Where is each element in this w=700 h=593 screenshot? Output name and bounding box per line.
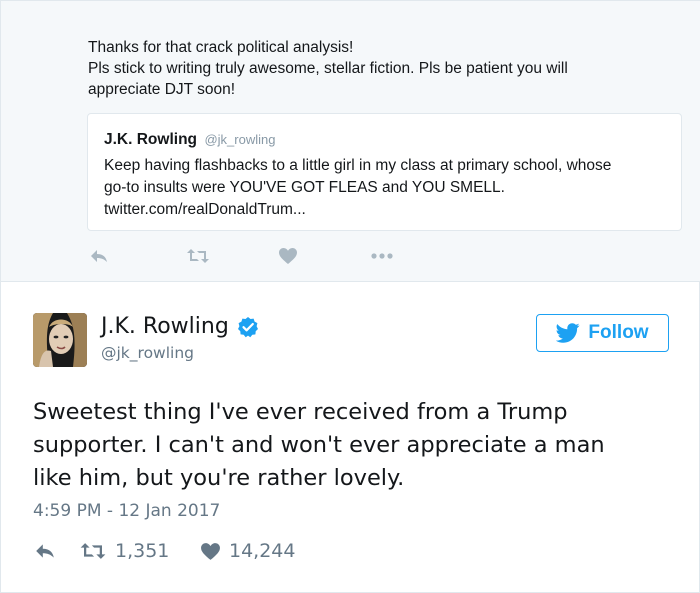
verified-badge-icon [237, 316, 259, 338]
twitter-bird-icon [556, 323, 581, 343]
heart-icon [279, 248, 297, 264]
like-button[interactable]: 14,244 [200, 538, 295, 564]
retweet-count: 1,351 [115, 540, 170, 562]
parent-more-button[interactable] [370, 245, 394, 267]
tweet-timestamp[interactable]: 4:59 PM - 12 Jan 2017 [33, 501, 220, 521]
profile-photo [33, 313, 87, 367]
quoted-author-name: J.K. Rowling [104, 131, 197, 148]
author-display-name[interactable]: J.K. Rowling [101, 314, 229, 339]
quoted-text-line: twitter.com/realDonaldTrum... [104, 201, 306, 218]
retweet-icon [80, 543, 106, 559]
follow-button[interactable]: Follow [536, 314, 669, 352]
follow-button-label: Follow [588, 322, 649, 343]
reply-icon [91, 250, 107, 262]
quoted-tweet-header: J.K. Rowling @jk_rowling [104, 131, 275, 149]
retweet-button[interactable]: 1,351 [79, 538, 169, 564]
like-count: 14,244 [229, 540, 296, 562]
parent-text-line: Pls stick to writing truly awesome, stel… [88, 60, 568, 77]
tweet-actions: 1,351 14,244 [1, 538, 700, 564]
quoted-tweet[interactable]: J.K. Rowling @jk_rowling Keep having fla… [87, 113, 682, 231]
tweet-text-line: supporter. I can't and won't ever apprec… [33, 432, 605, 458]
author-name-row: J.K. Rowling [101, 314, 259, 339]
more-icon [371, 253, 393, 259]
parent-reply-button[interactable] [89, 245, 109, 267]
parent-like-button[interactable] [278, 245, 298, 267]
tweet-text-line: Sweetest thing I've ever received from a… [33, 399, 568, 425]
quoted-author-handle: @jk_rowling [204, 132, 276, 147]
quoted-text-line: go-to insults were YOU'VE GOT FLEAS and … [104, 179, 505, 196]
parent-retweet-button[interactable] [186, 245, 210, 267]
heart-icon [201, 542, 220, 560]
tweet-card: Thanks for that crack political analysis… [0, 0, 700, 593]
reply-button[interactable] [34, 538, 56, 564]
parent-tweet-text: Thanks for that crack political analysis… [88, 37, 648, 100]
parent-text-line: Thanks for that crack political analysis… [88, 39, 354, 56]
parent-tweet-actions [1, 245, 700, 267]
quoted-tweet-text: Keep having flashbacks to a little girl … [104, 155, 674, 221]
quoted-text-line: Keep having flashbacks to a little girl … [104, 157, 612, 174]
avatar[interactable] [33, 313, 87, 367]
parent-text-line: appreciate DJT soon! [88, 81, 236, 98]
tweet-text: Sweetest thing I've ever received from a… [33, 396, 673, 495]
author-handle[interactable]: @jk_rowling [101, 344, 194, 362]
tweet-text-line: like him, but you're rather lovely. [33, 465, 405, 491]
parent-tweet: Thanks for that crack political analysis… [1, 1, 700, 282]
retweet-icon [187, 249, 209, 263]
reply-icon [36, 544, 54, 558]
